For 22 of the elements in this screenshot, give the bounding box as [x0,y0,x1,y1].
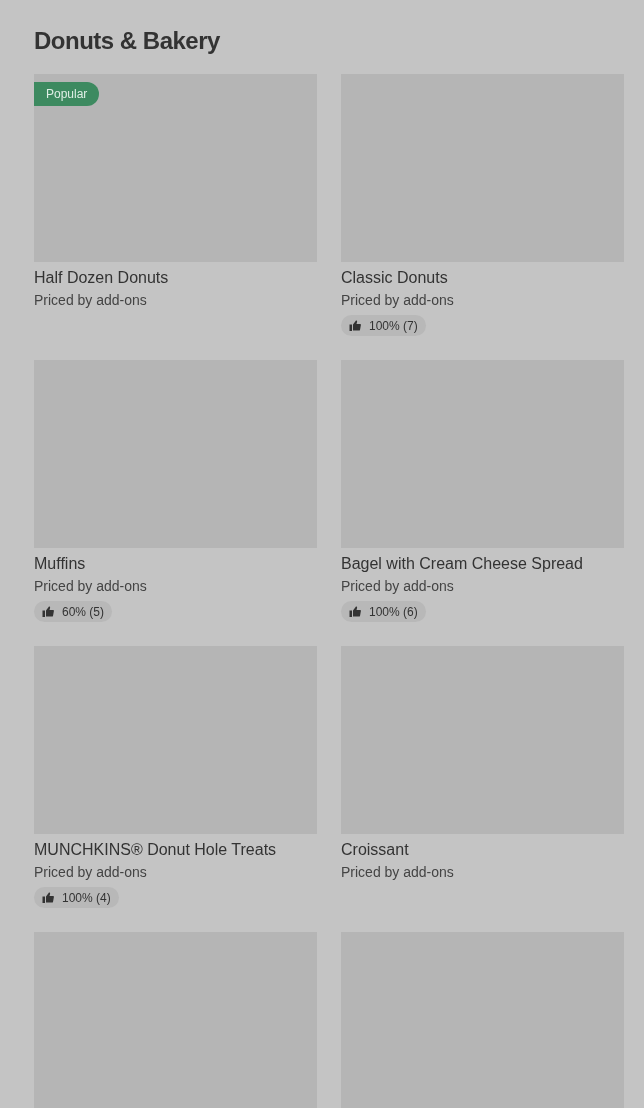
item-name[interactable]: MUNCHKINS® Donut Hole Treats [34,839,317,861]
section-title: Donuts & Bakery [34,26,221,56]
rating-text: 100% (4) [62,889,111,907]
thumbs-up-icon [349,606,361,617]
item-price: Priced by add-ons [34,291,148,310]
thumbs-up-icon [349,320,361,331]
thumbs-up-icon [42,892,54,903]
item-price: Priced by add-ons [341,291,455,310]
item-name[interactable]: Bagel with Cream Cheese Spread [341,553,624,575]
item-price: Priced by add-ons [341,863,455,882]
item-price: Priced by add-ons [34,577,148,596]
popular-badge: Popular [34,82,100,106]
item-price: Priced by add-ons [341,577,455,596]
thumbs-up-icon [42,606,54,617]
item-name[interactable]: Half Dozen Donuts [34,267,317,289]
rating-text: 100% (7) [369,317,418,335]
item-price: Priced by add-ons [34,863,148,882]
rating-text: 100% (6) [369,603,418,621]
item-name[interactable]: Croissant [341,839,624,861]
item-name[interactable]: Classic Donuts [341,267,624,289]
item-name[interactable]: Muffins [34,553,317,575]
rating-text: 60% (5) [62,603,105,621]
